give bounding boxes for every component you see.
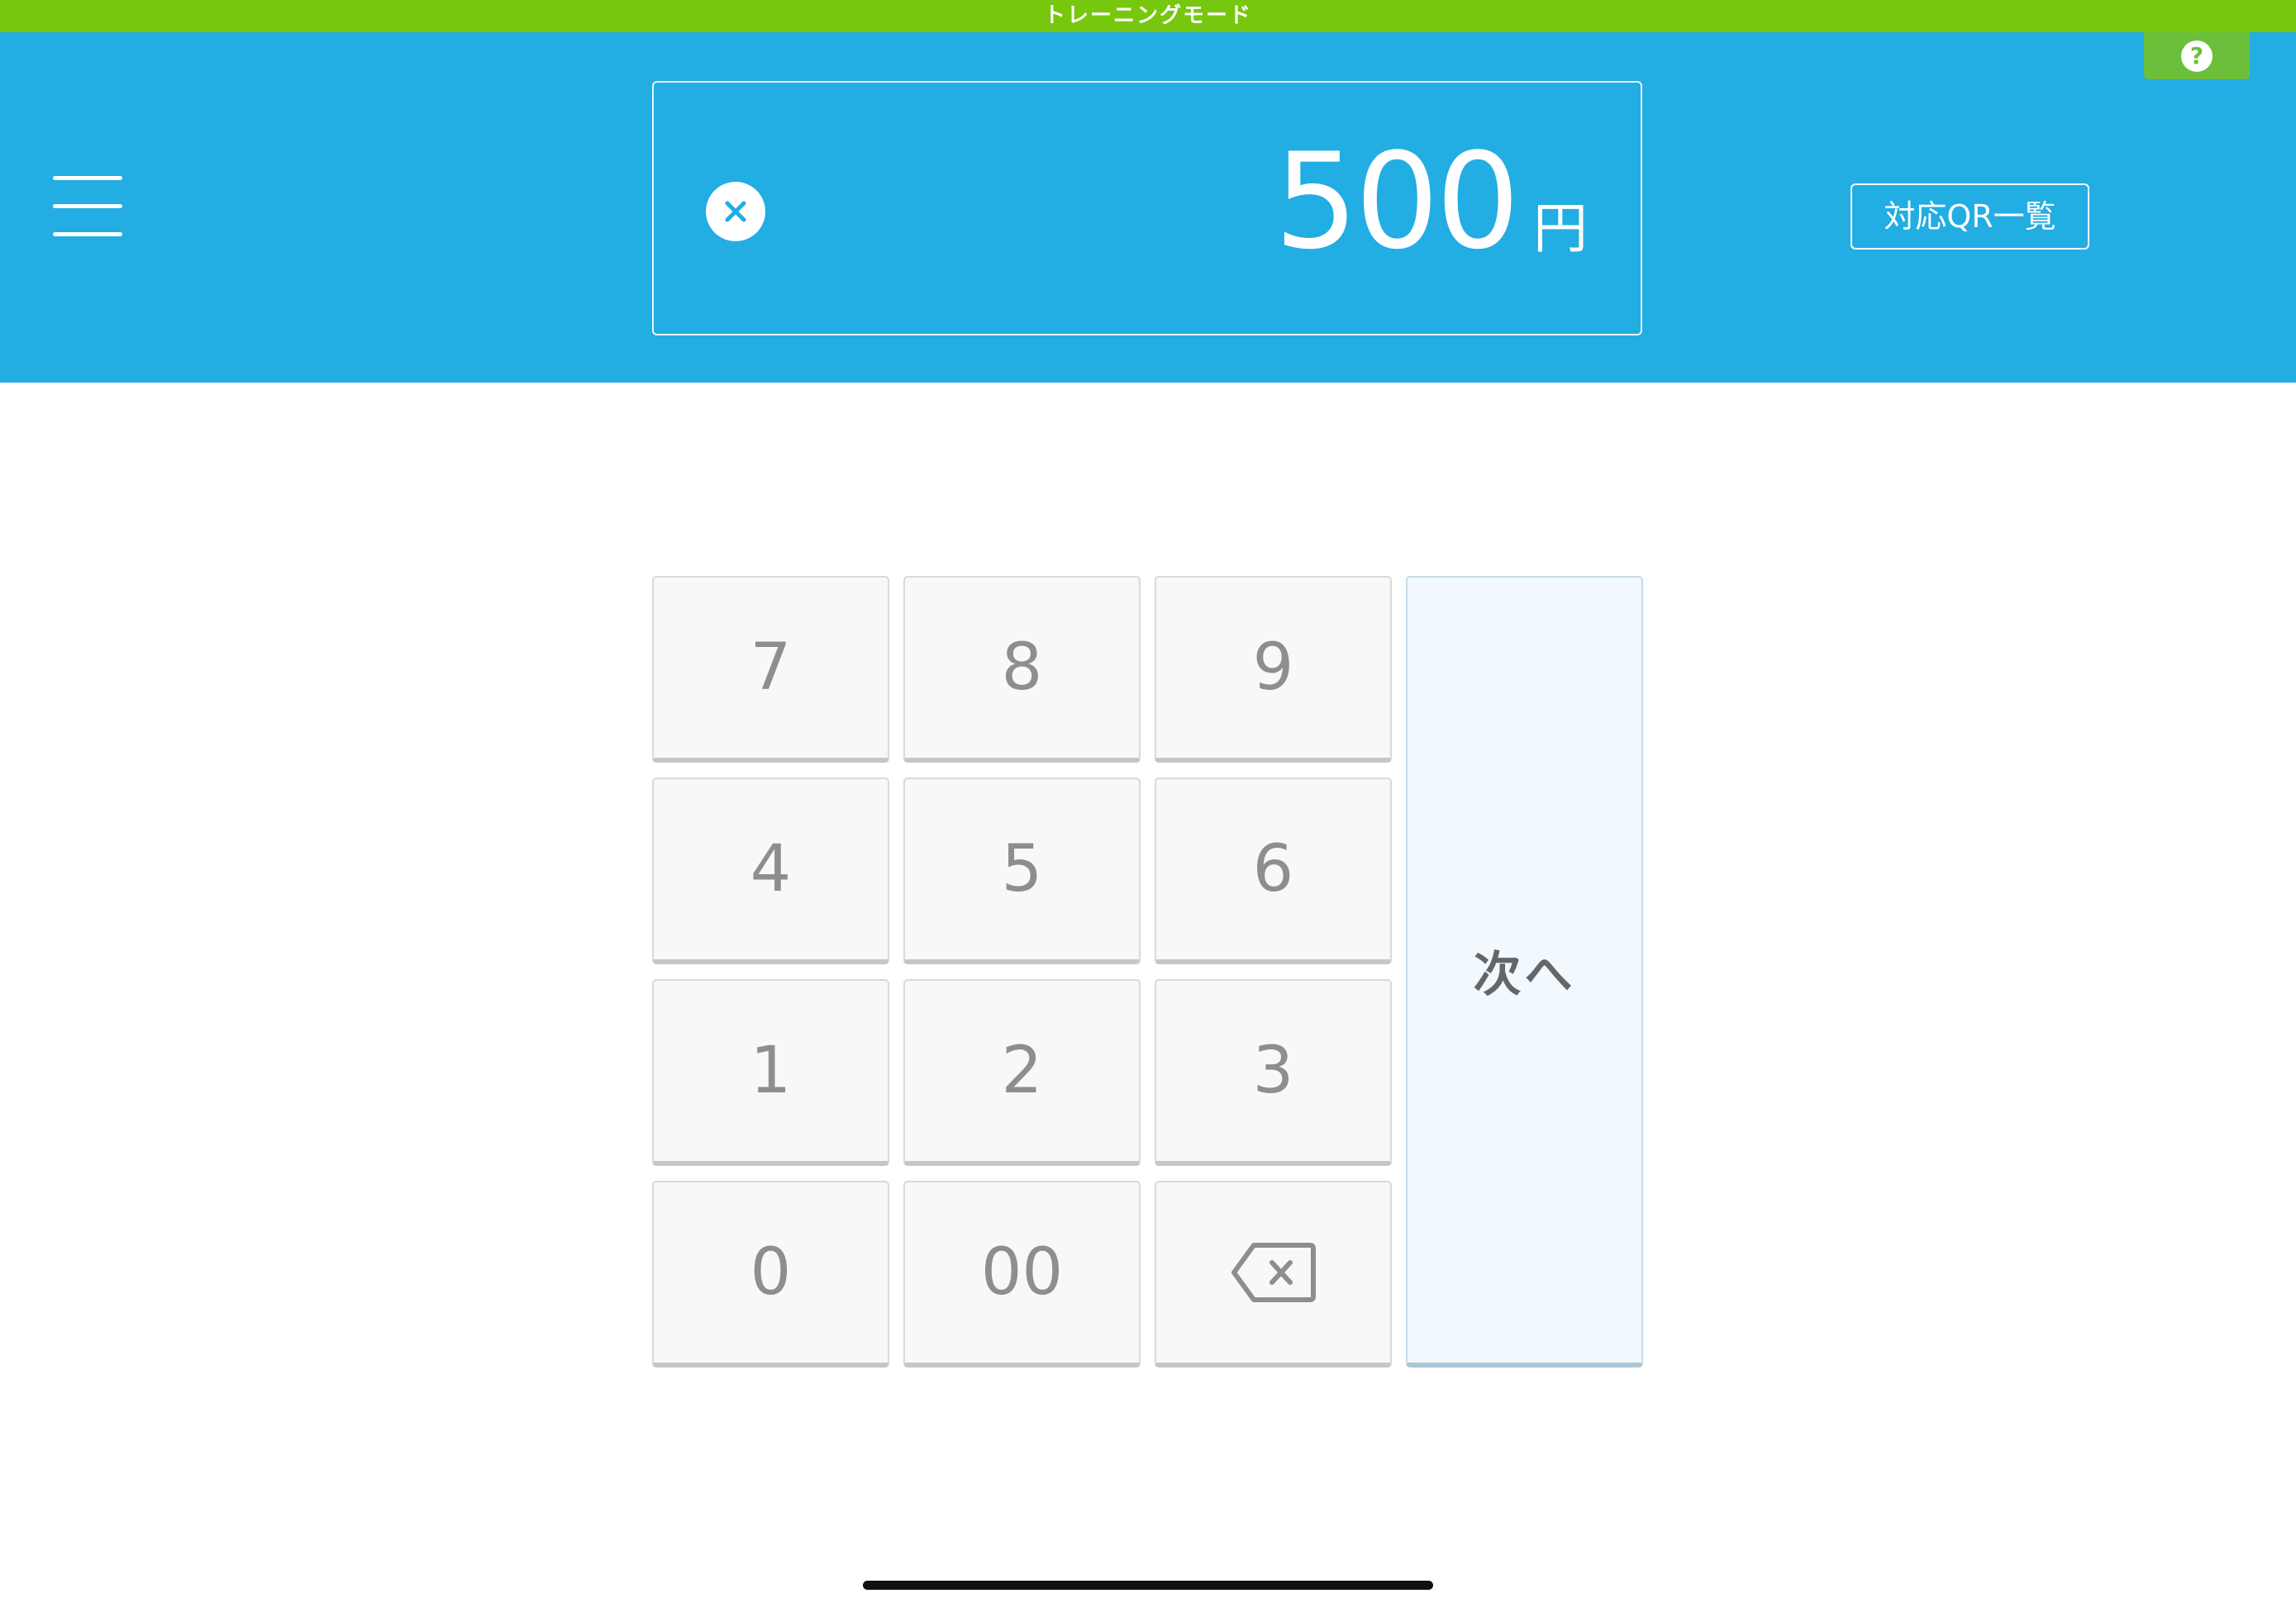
key-2[interactable]: 2 [903,979,1141,1166]
backspace-key[interactable] [1155,1181,1392,1368]
amount-display: 500 円 [652,81,1642,335]
training-mode-banner: トレーニングモード [0,0,2296,32]
menu-button[interactable] [53,173,122,236]
key-4[interactable]: 4 [652,778,889,964]
supported-qr-list-button[interactable]: 対応QR一覧 [1851,183,2089,250]
amount-unit: 円 [1533,197,1588,260]
key-5[interactable]: 5 [903,778,1141,964]
key-1[interactable]: 1 [652,979,889,1166]
key-3[interactable]: 3 [1155,979,1392,1166]
home-indicator [863,1581,1433,1590]
question-circle-icon: ? [2181,40,2213,72]
next-button[interactable]: 次へ [1406,576,1643,1368]
key-00[interactable]: 00 [903,1181,1141,1368]
hamburger-menu-icon-line [53,232,122,236]
key-0[interactable]: 0 [652,1181,889,1368]
hamburger-menu-icon [53,176,122,180]
key-8[interactable]: 8 [903,576,1141,763]
key-9[interactable]: 9 [1155,576,1392,763]
backspace-icon [1231,1243,1316,1302]
header-bar: ? 500 円 対応QR一覧 [0,32,2296,383]
amount-value: 500 [1274,124,1520,278]
help-button[interactable]: ? [2144,32,2250,79]
hamburger-menu-icon-line [53,204,122,208]
clear-circle-icon [725,201,746,222]
clear-amount-button[interactable] [706,182,765,241]
key-6[interactable]: 6 [1155,778,1392,964]
key-7[interactable]: 7 [652,576,889,763]
